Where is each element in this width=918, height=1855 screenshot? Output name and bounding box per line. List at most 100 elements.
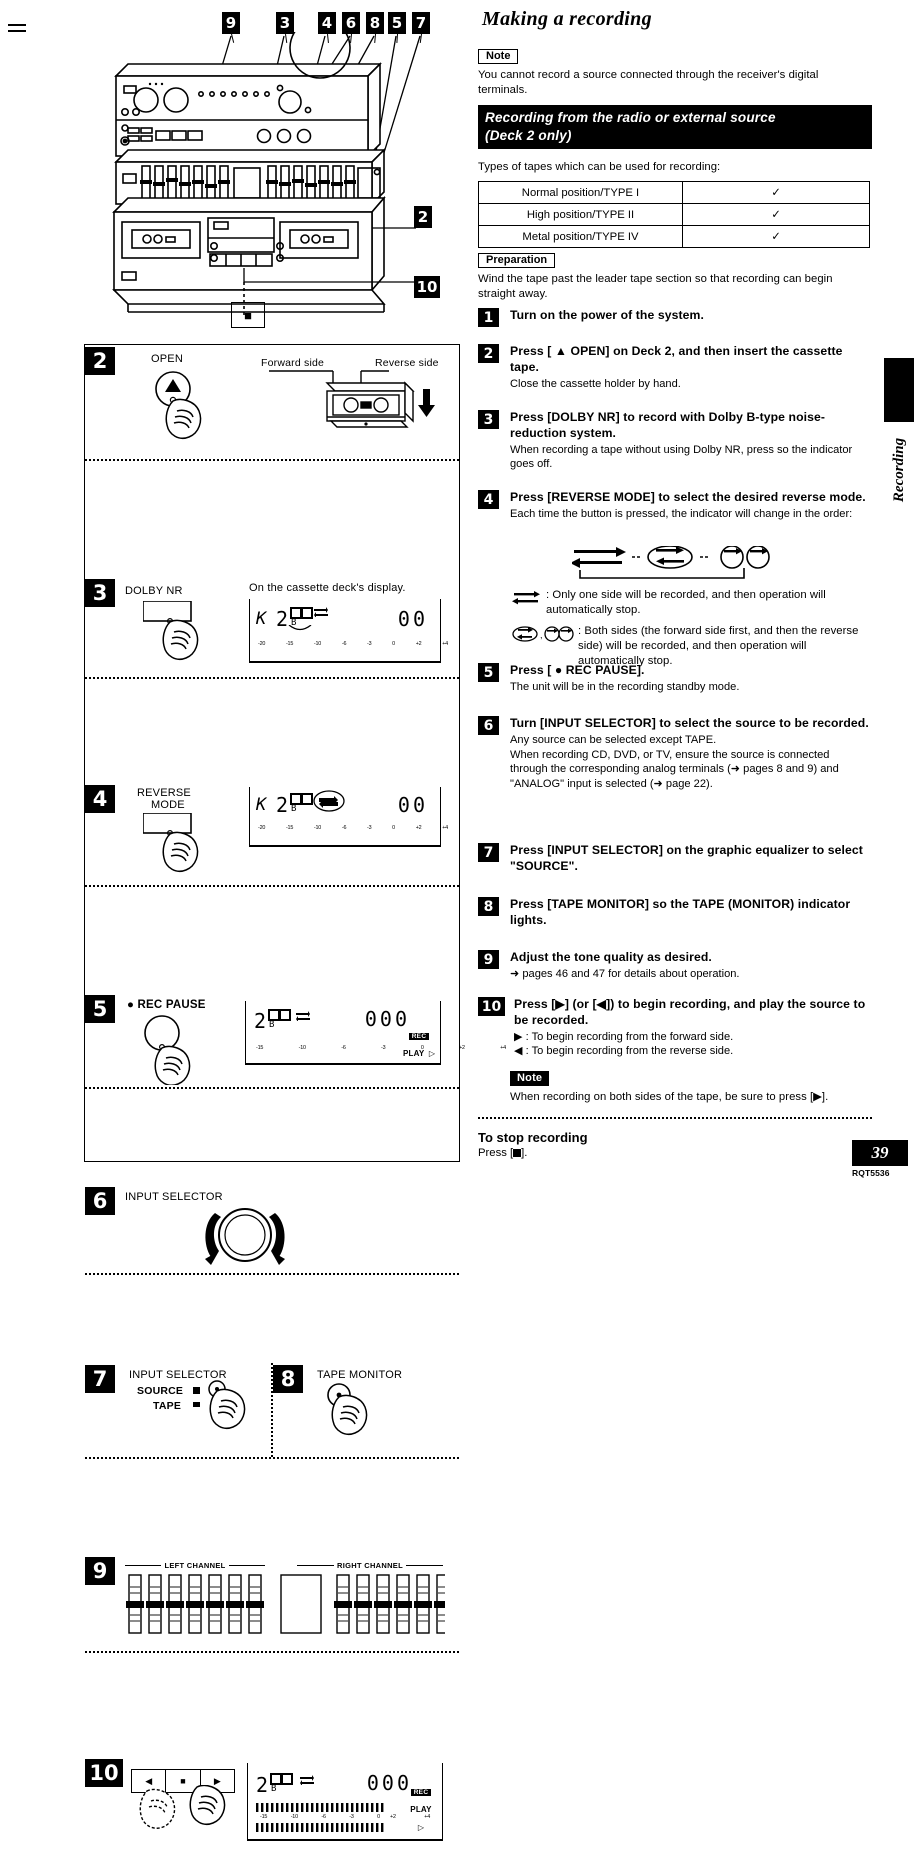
- stop-icon: [513, 1149, 522, 1157]
- tape-type-check: ✓: [682, 225, 870, 248]
- step-9-sub: ➜ pages 46 and 47 for details about oper…: [510, 967, 740, 980]
- step-2-sub: Close the cassette holder by hand.: [510, 377, 681, 390]
- note-top-label: Note: [478, 49, 519, 64]
- stop-recording-block: To stop recording Press [].: [478, 1130, 778, 1159]
- step-9-heading: Adjust the tone quality as desired.: [510, 950, 712, 964]
- step-7-heading: Press [INPUT SELECTOR] on the graphic eq…: [510, 843, 863, 873]
- input-selector-knob-illustration: [205, 1208, 285, 1265]
- manual-page: 9 3 4 6 8 5 7 2 10 ■ 2 OPEN Forward side…: [0, 0, 918, 1841]
- callout-9: 9: [222, 12, 240, 43]
- step-8: 8 Press [TAPE MONITOR] so the TAPE (MONI…: [478, 897, 870, 929]
- tape-type-check: ✓: [682, 181, 870, 204]
- equalizer-sliders-illustration: [126, 1574, 445, 1634]
- illustration-panel-box: 2 OPEN Forward side Reverse side 3 DOLBY…: [84, 344, 506, 1841]
- left-column: 9 3 4 6 8 5 7 2 10 ■ 2 OPEN Forward side…: [0, 0, 506, 1841]
- panel-2: 2 OPEN Forward side Reverse side: [85, 345, 459, 461]
- step-7: 7 Press [INPUT SELECTOR] on the graphic …: [478, 843, 870, 875]
- panel-8-number: 8: [273, 1365, 303, 1393]
- note-top-text: You cannot record a source connected thr…: [478, 69, 819, 97]
- step-10-heading: Press [▶] (or [◀]) to begin recording, a…: [514, 997, 866, 1027]
- right-channel-label: RIGHT CHANNEL: [337, 1561, 403, 1570]
- tape-type-name: High position/TYPE II: [478, 203, 683, 226]
- callout-6: 6: [342, 12, 360, 44]
- svg-text:,: ,: [540, 630, 543, 640]
- step-9: 9 Adjust the tone quality as desired. ➜ …: [478, 950, 870, 982]
- step-4-heading: Press [REVERSE MODE] to select the desir…: [510, 490, 866, 504]
- step-2: 2 Press [ ▲ OPEN] on Deck 2, and then in…: [478, 344, 870, 391]
- step-8-number: 8: [478, 897, 499, 916]
- panel-7-8-row: 7 INPUT SELECTOR SOURCE TAPE 8 TAPE MONI…: [85, 855, 459, 1459]
- step-3-number: 3: [478, 410, 499, 429]
- page-title: Making a recording: [482, 8, 652, 30]
- section-banner: Recording from the radio or external sou…: [478, 105, 872, 149]
- panel-6: 6 INPUT SELECTOR: [85, 767, 459, 1275]
- model-code: RQT5536: [852, 1168, 890, 1178]
- step-6-sub: Any source can be selected except TAPE. …: [510, 733, 839, 790]
- reverse-mode-legend: : Only one side will be recorded, and th…: [512, 588, 870, 669]
- step-5-number: 5: [478, 663, 499, 682]
- panel-10-db-scale: -15 -10 -6 -3 0: [260, 1814, 380, 1820]
- stop-recording-text: Press [].: [478, 1147, 528, 1159]
- tape-type-name: Metal position/TYPE IV: [478, 225, 683, 248]
- step-8-heading: Press [TAPE MONITOR] so the TAPE (MONITO…: [510, 897, 851, 927]
- equipment-diagram: 9 3 4 6 8 5 7 2 10 ■: [84, 6, 460, 336]
- table-row: Metal position/TYPE IV ✓: [478, 225, 870, 248]
- section-banner-line2: (Deck 2 only): [485, 127, 572, 143]
- tape-types-intro: Types of tapes which can be used for rec…: [478, 161, 721, 173]
- open-button-illustration: [155, 371, 202, 439]
- tape-type-check: ✓: [682, 203, 870, 226]
- step-5-sub: The unit will be in the recording standb…: [510, 680, 740, 693]
- panel-5: 5 ● REC PAUSE 2 B 000 -15 -10 -6 -3 0 +2…: [85, 671, 506, 1089]
- panel-7-number: 7: [85, 1365, 115, 1393]
- preparation-block: Preparation Wind the tape past the leade…: [478, 250, 870, 302]
- tape-monitor-button-illustration: [327, 1383, 368, 1435]
- note-bottom-text: When recording on both sides of the tape…: [510, 1091, 829, 1103]
- step-1-heading: Turn on the power of the system.: [510, 308, 704, 322]
- step-5-heading: Press [ ● REC PAUSE].: [510, 663, 645, 677]
- tape-types-table: Normal position/TYPE I ✓ High position/T…: [478, 181, 870, 248]
- note-top-block: Note You cannot record a source connecte…: [478, 46, 870, 98]
- source-indicator-dot: [193, 1387, 200, 1394]
- play-arrow-icon: ▷: [417, 1823, 425, 1832]
- step-2-heading: Press [ ▲ OPEN] on Deck 2, and then inse…: [510, 344, 843, 374]
- step-10-number: 10: [478, 997, 505, 1016]
- step-3-heading: Press [DOLBY NR] to record with Dolby B-…: [510, 410, 826, 440]
- callout-3: 3: [276, 12, 294, 44]
- step-10: 10 Press [▶] (or [◀]) to begin recording…: [478, 997, 870, 1059]
- note-bottom-label: Note: [510, 1071, 550, 1086]
- step-5: 5 Press [ ● REC PAUSE]. The unit will be…: [478, 663, 870, 695]
- lcd-dolby-b: B: [271, 1784, 277, 1794]
- left-channel-label: LEFT CHANNEL: [164, 1561, 226, 1570]
- preparation-text: Wind the tape past the leader tape secti…: [478, 273, 833, 301]
- stereo-stack-illustration: [112, 32, 421, 318]
- step-9-number: 9: [478, 950, 499, 969]
- tape-indicator-dot: [193, 1402, 200, 1407]
- step-7-number: 7: [478, 843, 499, 862]
- callout-8: 8: [366, 12, 384, 44]
- note-bottom-block: Note When recording on both sides of the…: [510, 1068, 870, 1105]
- transport-hands-illustration: [139, 1785, 226, 1829]
- one-side-symbol-icon: [512, 591, 540, 605]
- reverse-mode-cycle-diagram: [572, 546, 770, 579]
- step-10-sub: ▶ : To begin recording from the forward …: [514, 1030, 734, 1058]
- reverse-arrows-icon: [300, 1775, 314, 1785]
- right-channel-group: RIGHT CHANNEL: [297, 1561, 444, 1570]
- table-row: Normal position/TYPE I ✓: [478, 181, 870, 204]
- panel-7-source-option: SOURCE: [137, 1385, 184, 1397]
- table-row: High position/TYPE II ✓: [478, 203, 870, 226]
- panel-9-number: 9: [85, 1557, 115, 1585]
- panel-7-hand-illustration: [208, 1380, 246, 1429]
- step-6-heading: Turn [INPUT SELECTOR] to select the sour…: [510, 716, 869, 730]
- panel-10-rec-play-indicator: REC PLAY ▷: [404, 1781, 438, 1835]
- panel-7-tape-option: TAPE: [153, 1400, 182, 1412]
- callout-5: 5: [388, 12, 406, 44]
- section-side-label: Recording: [890, 437, 907, 503]
- panel-6-number: 6: [85, 1187, 115, 1215]
- left-channel-group: LEFT CHANNEL: [125, 1561, 266, 1570]
- right-column: Making a recording Note You cannot recor…: [476, 0, 876, 1188]
- panel-3: 3 DOLBY NR On the cassette deck's displa…: [85, 461, 459, 679]
- panel-8-label: TAPE MONITOR: [317, 1369, 403, 1381]
- section-banner-line1: Recording from the radio or external sou…: [485, 110, 776, 125]
- panel-9: 9 LEFT CHANNEL RIGHT CHANNEL: [85, 951, 459, 1653]
- section-divider: [478, 1117, 872, 1119]
